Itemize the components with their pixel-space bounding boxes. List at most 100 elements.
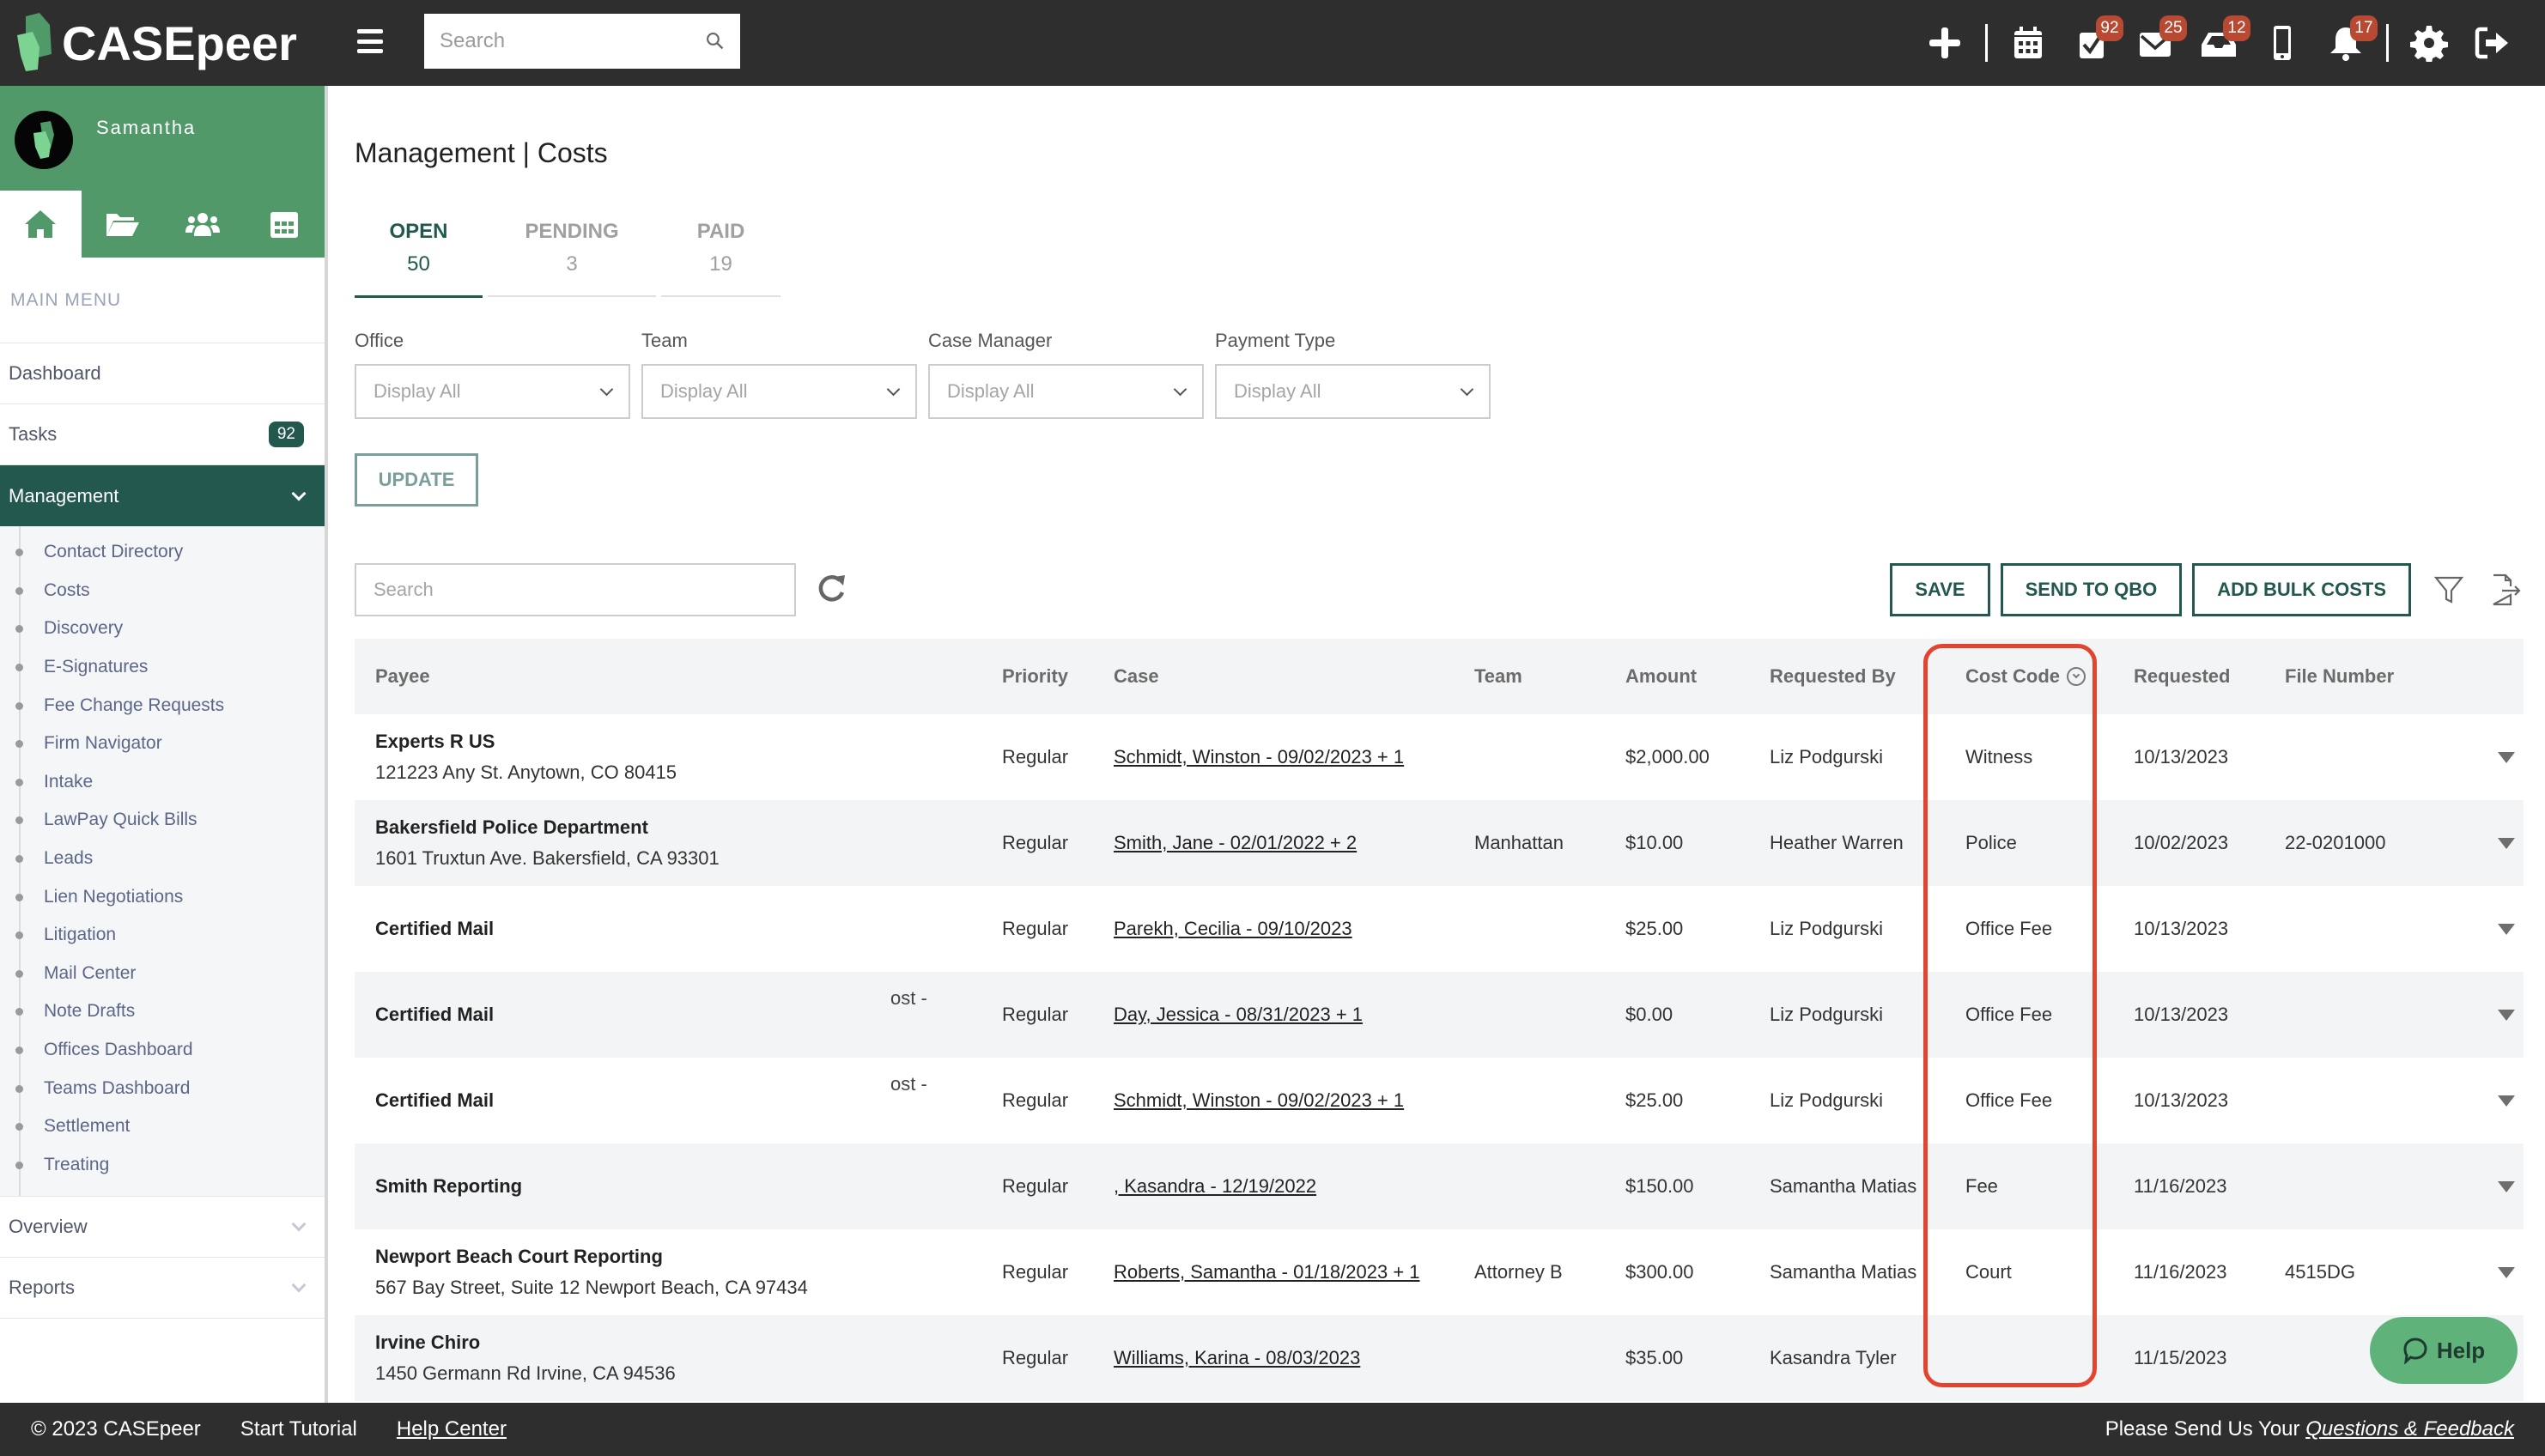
case-link[interactable]: Schmidt, Winston - 09/02/2023 + 1 <box>1114 746 1404 767</box>
menu-toggle-button[interactable] <box>357 29 383 53</box>
start-tutorial-link[interactable]: Start Tutorial <box>240 1417 357 1441</box>
priority-cell: Regular <box>1002 1347 1069 1368</box>
export-button[interactable] <box>2487 571 2524 609</box>
column-header-requested-by[interactable]: Requested By <box>1749 665 1945 688</box>
sidebar-subitem-teams-dashboard[interactable]: Teams Dashboard <box>0 1069 325 1107</box>
sidebar-subitem-offices-dashboard[interactable]: Offices Dashboard <box>0 1031 325 1070</box>
sidebar-subitem-mail-center[interactable]: Mail Center <box>0 955 325 993</box>
mobile-button[interactable] <box>2250 0 2314 86</box>
sidebar-item-label: Reports <box>9 1277 76 1299</box>
office-select[interactable]: Display All <box>355 364 630 419</box>
case-link[interactable]: Roberts, Samantha - 01/18/2023 + 1 <box>1114 1261 1420 1283</box>
case-link[interactable]: Williams, Karina - 08/03/2023 <box>1114 1347 1360 1368</box>
main-content: Management | Costs OPEN 50 PENDING 3 PAI… <box>331 86 2545 1403</box>
help-center-link[interactable]: Help Center <box>397 1417 507 1441</box>
sidebar-subitem-lawpay-quick-bills[interactable]: LawPay Quick Bills <box>0 801 325 840</box>
row-actions-cell <box>2453 1095 2524 1107</box>
column-header-team[interactable]: Team <box>1454 665 1605 688</box>
sidebar-subitem-treating[interactable]: Treating <box>0 1146 325 1185</box>
sidebar-subitem-costs[interactable]: Costs <box>0 572 325 610</box>
requested-date-cell: 10/13/2023 <box>2134 1089 2229 1111</box>
caret-down-icon[interactable] <box>2498 1180 2515 1192</box>
tab-open[interactable]: OPEN 50 <box>355 215 483 298</box>
add-button[interactable] <box>1913 0 1977 86</box>
column-header-payee[interactable]: Payee <box>355 665 981 688</box>
sidebar-item-tasks[interactable]: Tasks 92 <box>0 404 325 465</box>
team-select[interactable]: Display All <box>641 364 917 419</box>
filter-button[interactable] <box>2430 571 2468 609</box>
feedback-prefix: Please Send Us Your <box>2105 1417 2300 1441</box>
chevron-down-icon <box>1173 382 1187 397</box>
quicknav-cases[interactable] <box>82 191 163 258</box>
mail-button[interactable]: 25 <box>2123 0 2187 86</box>
app-logo[interactable]: CASEpeer <box>14 12 297 74</box>
sidebar-subitem-fee-change-requests[interactable]: Fee Change Requests <box>0 686 325 725</box>
caret-down-icon[interactable] <box>2498 837 2515 849</box>
priority-cell: Regular <box>1002 918 1069 939</box>
case-link[interactable]: Day, Jessica - 08/31/2023 + 1 <box>1114 1004 1363 1025</box>
feedback-link[interactable]: Questions & Feedback <box>2305 1417 2514 1441</box>
case-link[interactable]: , Kasandra - 12/19/2022 <box>1114 1175 1316 1197</box>
caret-down-icon[interactable] <box>2498 1009 2515 1021</box>
priority-cell: Regular <box>1002 1089 1069 1111</box>
calendar-button[interactable] <box>1996 0 2060 86</box>
table-search <box>355 563 796 616</box>
payment-type-select[interactable]: Display All <box>1215 364 1491 419</box>
sidebar-subitem-litigation[interactable]: Litigation <box>0 916 325 955</box>
avatar[interactable] <box>15 111 73 169</box>
sidebar-subitem-contact-directory[interactable]: Contact Directory <box>0 533 325 572</box>
sidebar-subitem-firm-navigator[interactable]: Firm Navigator <box>0 725 325 763</box>
column-header-requested[interactable]: Requested <box>2113 665 2264 688</box>
sidebar-subitem-settlement[interactable]: Settlement <box>0 1107 325 1146</box>
update-button[interactable]: UPDATE <box>355 453 478 507</box>
quicknav-calendar[interactable] <box>244 191 325 258</box>
sidebar-subitem-e-signatures[interactable]: E-Signatures <box>0 648 325 687</box>
case-link[interactable]: Parekh, Cecilia - 09/10/2023 <box>1114 918 1352 939</box>
case-link[interactable]: Schmidt, Winston - 09/02/2023 + 1 <box>1114 1089 1404 1111</box>
notifications-button[interactable]: 17 <box>2314 0 2378 86</box>
settings-button[interactable] <box>2397 0 2461 86</box>
case-link[interactable]: Smith, Jane - 02/01/2022 + 2 <box>1114 832 1357 853</box>
amount-cell: $35.00 <box>1625 1347 1684 1368</box>
tab-pending[interactable]: PENDING 3 <box>488 215 656 298</box>
quicknav-contacts[interactable] <box>162 191 244 258</box>
sidebar-subitem-discovery[interactable]: Discovery <box>0 610 325 648</box>
tasks-button[interactable]: 92 <box>2060 0 2123 86</box>
sidebar-item-management[interactable]: Management <box>0 465 325 536</box>
caret-down-icon[interactable] <box>2498 1095 2515 1107</box>
sidebar-subitem-leads[interactable]: Leads <box>0 840 325 878</box>
column-header-cost-code[interactable]: Cost Code <box>1945 665 2113 688</box>
column-header-file-number[interactable]: File Number <box>2264 665 2453 688</box>
sidebar-subitem-intake[interactable]: Intake <box>0 763 325 802</box>
sidebar-item-dashboard[interactable]: Dashboard <box>0 343 325 404</box>
add-bulk-costs-button[interactable]: ADD BULK COSTS <box>2192 563 2411 616</box>
home-icon <box>25 210 57 238</box>
table-search-input[interactable] <box>374 579 777 601</box>
sidebar-subitem-note-drafts[interactable]: Note Drafts <box>0 992 325 1031</box>
filter-label: Office <box>355 330 404 351</box>
header-icon-bar: 92 25 12 17 <box>1913 0 2524 86</box>
search-icon[interactable] <box>706 30 725 52</box>
sidebar-item-overview[interactable]: Overview <box>0 1197 325 1259</box>
logout-button[interactable] <box>2461 0 2524 86</box>
sort-dropdown-icon[interactable] <box>2067 667 2086 686</box>
help-button[interactable]: Help <box>2370 1317 2518 1384</box>
save-button[interactable]: SAVE <box>1890 563 1990 616</box>
sidebar-subitem-lien-negotiations[interactable]: Lien Negotiations <box>0 877 325 916</box>
send-to-qbo-button[interactable]: SEND TO QBO <box>2000 563 2183 616</box>
quicknav-home[interactable] <box>0 191 82 258</box>
refresh-icon[interactable] <box>814 572 848 606</box>
sidebar-item-reports[interactable]: Reports <box>0 1258 325 1320</box>
column-header-priority[interactable]: Priority <box>981 665 1093 688</box>
top-bar: CASEpeer 92 25 12 <box>0 0 2545 86</box>
caret-down-icon[interactable] <box>2498 923 2515 935</box>
global-search-input[interactable] <box>440 29 706 53</box>
tab-paid[interactable]: PAID 19 <box>661 215 781 298</box>
case-manager-select[interactable]: Display All <box>928 364 1204 419</box>
caret-down-icon[interactable] <box>2498 751 2515 763</box>
column-header-amount[interactable]: Amount <box>1605 665 1749 688</box>
column-header-case[interactable]: Case <box>1093 665 1454 688</box>
inbox-button[interactable]: 12 <box>2187 0 2250 86</box>
caret-down-icon[interactable] <box>2498 1266 2515 1278</box>
priority-cell: Regular <box>1002 1004 1069 1025</box>
